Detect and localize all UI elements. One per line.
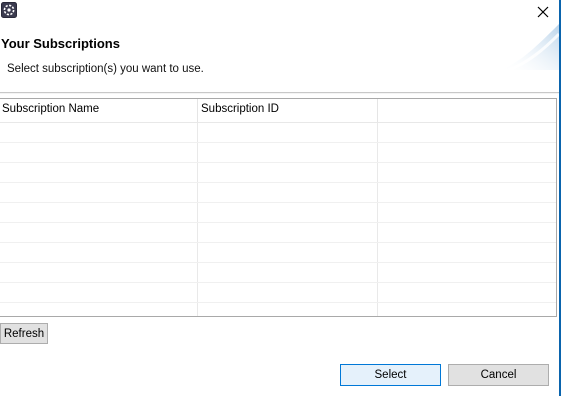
table-cell xyxy=(198,303,378,316)
cancel-button[interactable]: Cancel xyxy=(448,364,549,386)
table-cell xyxy=(198,123,378,142)
table-cell xyxy=(198,263,378,282)
subscriptions-table[interactable]: Subscription Name Subscription ID xyxy=(0,98,557,317)
table-cell xyxy=(0,223,198,242)
table-row xyxy=(0,183,556,203)
table-cell xyxy=(198,243,378,262)
table-header: Subscription Name Subscription ID xyxy=(0,99,556,123)
table-cell xyxy=(0,143,198,162)
table-cell xyxy=(0,263,198,282)
close-icon xyxy=(537,6,549,18)
table-cell xyxy=(0,243,198,262)
table-cell xyxy=(0,203,198,222)
table-cell xyxy=(378,303,556,316)
table-cell xyxy=(198,283,378,302)
refresh-button[interactable]: Refresh xyxy=(0,323,48,344)
app-logo-icon xyxy=(1,2,17,18)
table-cell xyxy=(198,203,378,222)
table-cell xyxy=(378,143,556,162)
column-header-subscription-id[interactable]: Subscription ID xyxy=(198,99,378,122)
table-row xyxy=(0,203,556,223)
close-button[interactable] xyxy=(531,1,555,23)
table-cell xyxy=(0,283,198,302)
column-header-empty[interactable] xyxy=(378,99,556,122)
table-cell xyxy=(0,303,198,316)
page-title: Your Subscriptions xyxy=(1,36,120,51)
column-header-subscription-name[interactable]: Subscription Name xyxy=(0,99,198,122)
table-cell xyxy=(0,163,198,182)
select-button[interactable]: Select xyxy=(340,364,441,386)
header-divider-highlight xyxy=(0,93,559,94)
table-row xyxy=(0,223,556,243)
table-row xyxy=(0,163,556,183)
table-row xyxy=(0,243,556,263)
table-body xyxy=(0,123,556,316)
page-description: Select subscription(s) you want to use. xyxy=(7,63,204,75)
table-row xyxy=(0,303,556,316)
header-decoration xyxy=(499,24,559,70)
table-cell xyxy=(378,243,556,262)
table-cell xyxy=(378,203,556,222)
subscriptions-dialog: Your Subscriptions Select subscription(s… xyxy=(0,0,561,396)
table-row xyxy=(0,143,556,163)
table-cell xyxy=(198,163,378,182)
table-cell xyxy=(378,223,556,242)
dialog-header: Your Subscriptions Select subscription(s… xyxy=(0,24,559,92)
table-cell xyxy=(0,123,198,142)
table-cell xyxy=(378,163,556,182)
table-row xyxy=(0,263,556,283)
table-cell xyxy=(378,123,556,142)
table-cell xyxy=(198,143,378,162)
table-cell xyxy=(378,263,556,282)
table-row xyxy=(0,283,556,303)
title-bar xyxy=(0,0,559,24)
table-cell xyxy=(378,183,556,202)
table-cell xyxy=(0,183,198,202)
table-cell xyxy=(198,183,378,202)
table-row xyxy=(0,123,556,143)
table-cell xyxy=(198,223,378,242)
table-cell xyxy=(378,283,556,302)
